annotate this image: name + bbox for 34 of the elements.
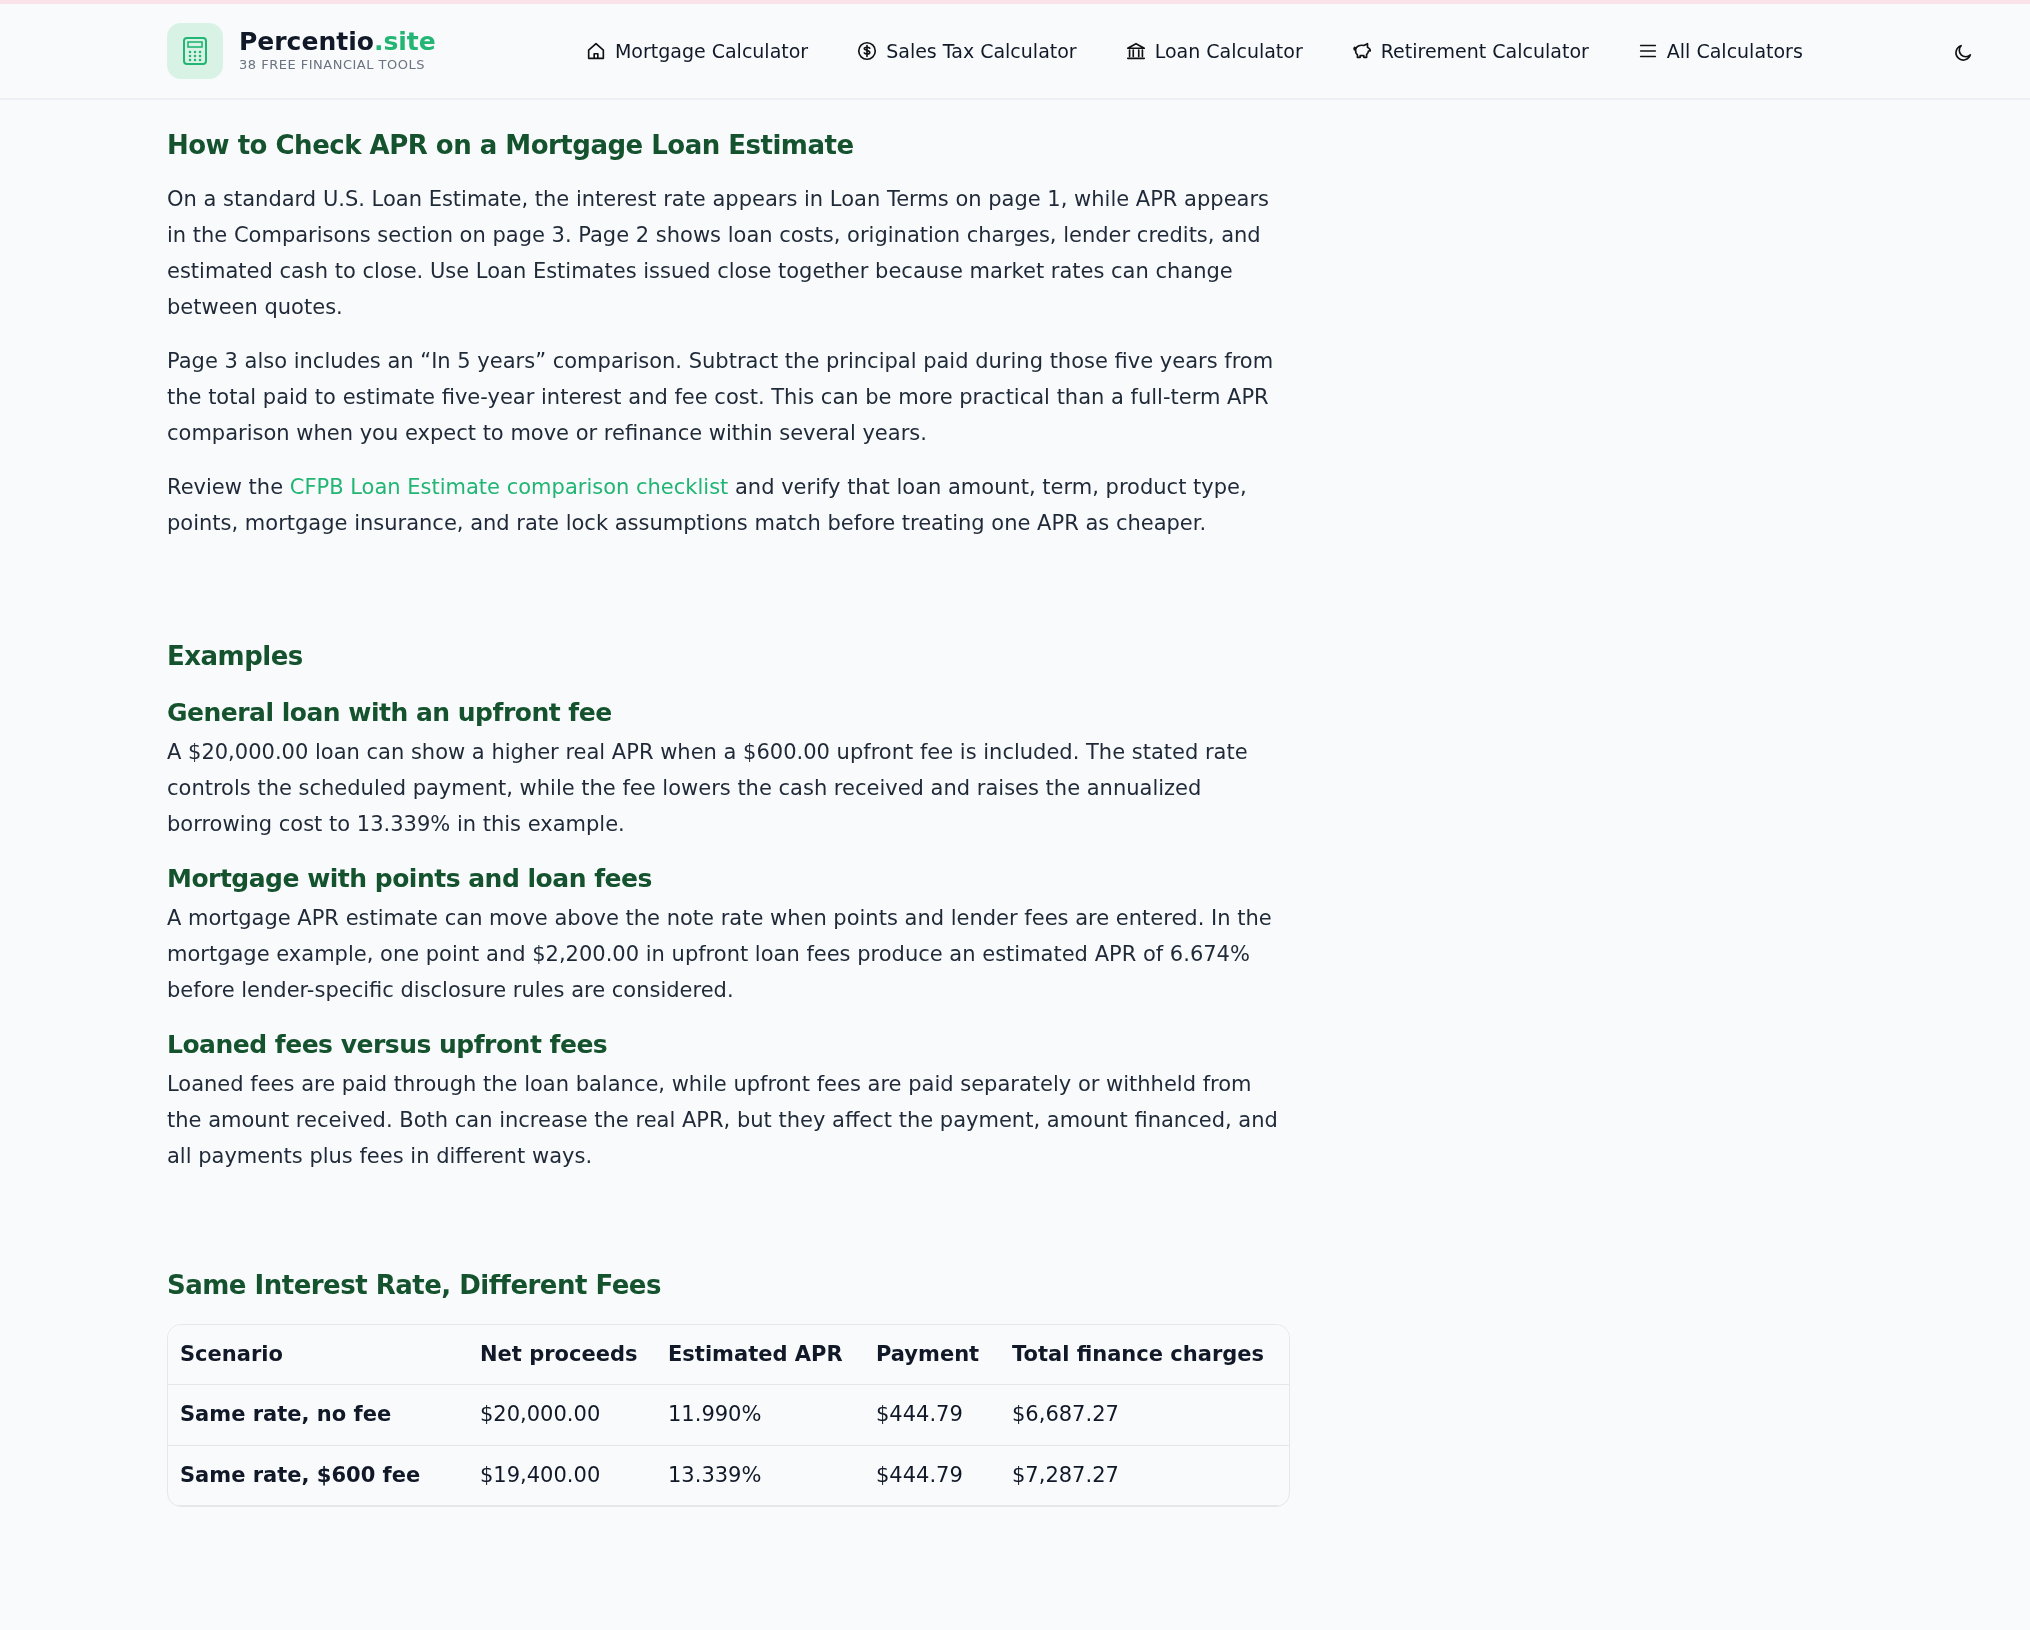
table-cell: $444.79: [864, 1385, 1000, 1446]
nav-link[interactable]: Loan Calculator: [1124, 36, 1303, 66]
table-cell: $6,687.27: [1000, 1385, 1289, 1446]
paragraph: On a standard U.S. Loan Estimate, the interest rate appears in Loan Terms on page 1, while APR appears in the Comparisons section on page 3. Page 2 shows loan costs, origination charges, lender credits, and estimated cash to close. Use Loan Estimates issued close together because market rates can change between quotes.: [167, 186, 1270, 322]
nav-link[interactable]: Mortgage Calculator: [584, 36, 809, 66]
paragraph: A mortgage APR estimate can move above the note rate when points and lender fees are entered. In the mortgage example, one point and $2,200.00 in upfront loan fees produce an estimated APR of 6.674% before lender-specific disclosure rules are considered.: [167, 905, 1273, 1005]
table-cell: Same rate, no fee: [168, 1385, 468, 1446]
table-cell: Same rate, $600 fee: [168, 1445, 468, 1507]
table-cell: $7,287.27: [1000, 1445, 1289, 1507]
dollar-coin-icon: [856, 40, 879, 62]
table-cell: $19,400.00: [468, 1445, 656, 1507]
column-header: Total finance charges: [1000, 1324, 1289, 1386]
paragraph: Review the CFPB Loan Estimate comparison checklist and verify that loan amount, term, product type, points, mortgage insurance, and rate lock assumptions match before treating one APR as cheaper.: [167, 474, 1248, 538]
tagline: 38 FREE FINANCIAL TOOLS: [239, 56, 426, 74]
column-header: Scenario: [168, 1324, 468, 1386]
paragraph: Page 3 also includes an “In 5 years” comparison. Subtract the principal paid during those five years from the total paid to estimate five-year interest and fee cost. This can be more practical than a full-term APR comparison when you expect to move or refinance within several years.: [167, 348, 1275, 448]
section-heading: Same Interest Rate, Different Fees: [167, 1270, 662, 1302]
table-cell: $20,000.00: [468, 1385, 656, 1446]
paragraph: Loaned fees are paid through the loan balance, while upfront fees are paid separately or withheld from the amount received. Both can increase the real APR, but they affect the payment, amount financed, and all payments plus fees in different ways.: [167, 1071, 1279, 1171]
example-heading: Mortgage with points and loan fees: [167, 864, 653, 895]
nav-link[interactable]: Sales Tax Calculator: [856, 36, 1077, 66]
table-cell: 13.339%: [656, 1445, 864, 1507]
nav-link[interactable]: All Calculators: [1636, 36, 1803, 66]
section-heading: Examples: [167, 641, 304, 673]
bank-icon: [1124, 40, 1147, 62]
nav-link[interactable]: Retirement Calculator: [1350, 36, 1589, 66]
section-heading: How to Check APR on a Mortgage Loan Estimate: [167, 130, 855, 162]
example-heading: Loaned fees versus upfront fees: [167, 1030, 609, 1061]
table-cell: $444.79: [864, 1445, 1000, 1507]
paragraph: A $20,000.00 loan can show a higher real APR when a $600.00 upfront fee is included. The stated rate controls the scheduled payment, while the fee lowers the cash received and raises the annualized borrowing cost to 13.339% in this example.: [167, 739, 1249, 839]
table-cell: 11.990%: [656, 1385, 864, 1446]
calculator-logo-icon: [167, 23, 223, 79]
example-heading: General loan with an upfront fee: [167, 698, 613, 729]
brand-name[interactable]: Percentio.site: [239, 27, 436, 55]
